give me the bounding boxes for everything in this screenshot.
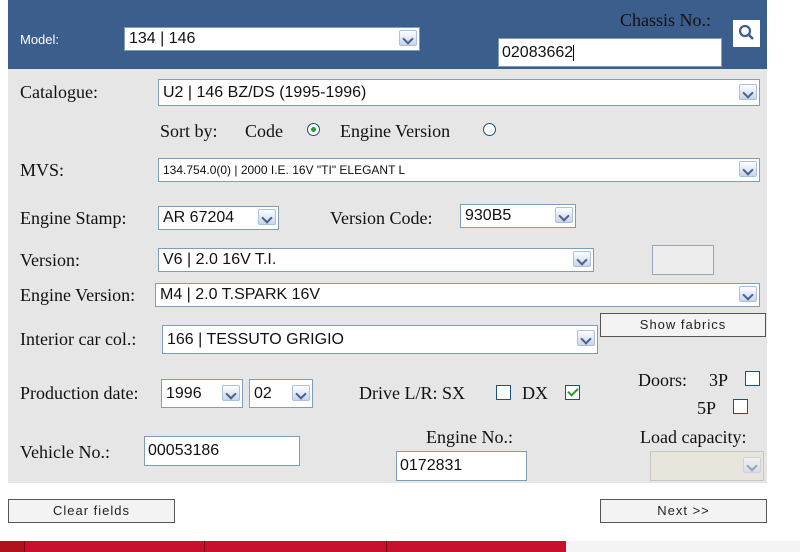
sort-code-radio[interactable] [307, 123, 320, 136]
vehicle-input[interactable]: 00053186 [144, 436, 300, 466]
doors-3p-label: 3P [709, 370, 729, 390]
production-year-value: 1996 [166, 385, 202, 402]
vehicle-label: Vehicle No.: [20, 442, 110, 462]
doors-label: Doors: [638, 370, 687, 390]
chevron-down-icon [222, 385, 240, 401]
chevron-down-icon [555, 207, 573, 223]
interior-select[interactable]: 166 | TESSUTO GRIGIO [162, 325, 598, 354]
version-label: Version: [20, 250, 80, 270]
chassis-input[interactable]: 02083662 [498, 38, 722, 67]
chevron-down-icon [573, 251, 591, 267]
doors-3p-checkbox[interactable] [745, 371, 760, 386]
doors-5p-label: 5P [697, 398, 717, 418]
model-select[interactable]: 134 | 146 [124, 27, 420, 51]
engine-version-label: Engine Version: [20, 285, 136, 305]
sort-label: Sort by: [160, 121, 218, 141]
sort-engine-radio[interactable] [483, 123, 496, 136]
version-select[interactable]: V6 | 2.0 16V T.I. [158, 248, 594, 272]
strip-tab-2[interactable] [204, 541, 386, 552]
show-fabrics-button[interactable]: Show fabrics [600, 313, 766, 337]
mvs-select[interactable]: 134.754.0(0) | 2000 I.E. 16V "TI" ELEGAN… [158, 158, 760, 182]
load-label: Load capacity: [640, 427, 747, 447]
interior-value: 166 | TESSUTO GRIGIO [167, 331, 344, 348]
chevron-down-icon [292, 385, 310, 401]
version-code-value: 930B5 [465, 207, 512, 224]
version-code-select[interactable]: 930B5 [460, 204, 576, 228]
strip-blank [566, 541, 800, 552]
version-value: V6 | 2.0 16V T.I. [163, 251, 277, 268]
engine-no-value: 0172831 [400, 457, 463, 474]
mvs-value: 134.754.0(0) | 2000 I.E. 16V "TI" ELEGAN… [163, 163, 406, 177]
search-button[interactable] [733, 20, 760, 47]
version-color-swatch [652, 245, 714, 275]
engine-stamp-value: AR 67204 [163, 209, 235, 226]
version-code-label: Version Code: [330, 208, 433, 228]
drive-dx-checkbox[interactable] [565, 385, 580, 400]
text-cursor [573, 44, 575, 61]
strip-tab-1[interactable] [24, 541, 204, 552]
sort-code-label: Code [245, 121, 283, 141]
interior-label: Interior car col.: [20, 329, 137, 349]
engine-no-input[interactable]: 0172831 [396, 451, 527, 481]
engine-stamp-select[interactable]: AR 67204 [158, 206, 279, 230]
model-label: Model: [20, 32, 60, 47]
engine-version-select[interactable]: M4 | 2.0 T.SPARK 16V [155, 283, 760, 307]
form-panel [8, 0, 767, 483]
next-button[interactable]: Next >> [600, 499, 767, 523]
production-month-value: 02 [254, 385, 272, 402]
chevron-down-icon [739, 84, 757, 100]
catalogue-value: U2 | 146 BZ/DS (1995-1996) [163, 84, 367, 101]
model-value: 134 | 146 [129, 30, 196, 47]
engine-no-label: Engine No.: [426, 427, 513, 447]
search-icon [738, 24, 754, 40]
chevron-down-icon [743, 457, 761, 473]
vehicle-value: 00053186 [148, 442, 220, 459]
engine-stamp-label: Engine Stamp: [20, 208, 127, 228]
chassis-label: Chassis No.: [620, 10, 712, 30]
bottom-tab-strip [0, 541, 800, 552]
load-capacity-select[interactable] [650, 451, 764, 481]
drive-label: Drive L/R: SX [359, 383, 465, 403]
drive-sx-checkbox[interactable] [496, 385, 511, 400]
chevron-down-icon [399, 30, 417, 46]
doors-5p-checkbox[interactable] [733, 399, 748, 414]
mvs-label: MVS: [20, 160, 65, 180]
strip-segment [0, 541, 24, 552]
engine-version-value: M4 | 2.0 T.SPARK 16V [160, 286, 321, 303]
production-year-select[interactable]: 1996 [161, 379, 243, 408]
chevron-down-icon [739, 161, 757, 177]
catalogue-label: Catalogue: [20, 82, 98, 102]
production-label: Production date: [20, 383, 139, 403]
drive-dx-label: DX [522, 383, 548, 403]
clear-fields-button[interactable]: Clear fields [8, 499, 175, 523]
production-month-select[interactable]: 02 [249, 379, 313, 408]
chevron-down-icon [577, 330, 595, 346]
catalogue-select[interactable]: U2 | 146 BZ/DS (1995-1996) [158, 79, 760, 106]
strip-tab-3[interactable] [386, 541, 566, 552]
chassis-value: 02083662 [502, 44, 574, 61]
chevron-down-icon [258, 209, 276, 225]
sort-engine-label: Engine Version [340, 121, 451, 141]
chevron-down-icon [739, 286, 757, 302]
